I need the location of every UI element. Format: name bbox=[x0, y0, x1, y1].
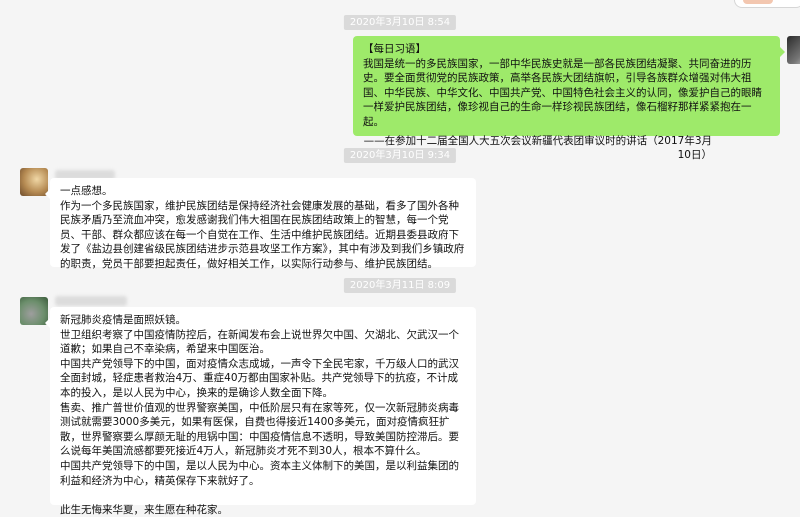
timestamp: 2020年3月10日 8:54 bbox=[343, 15, 457, 30]
message-bubble-received[interactable]: 一点感想。 作为一个多民族国家，维护民族团结是保持经济社会健康发展的基础，看多了… bbox=[45, 178, 476, 270]
timestamp: 2020年3月11日 8:09 bbox=[343, 278, 457, 293]
message-text: 【每日习语】 bbox=[363, 43, 426, 55]
message-text: 一点感想。 bbox=[60, 185, 113, 197]
message-text: 作为一个多民族国家，维护民族团结是保持经济社会健康发展的基础，看多了国外各种民族… bbox=[60, 199, 465, 270]
message-text: 中国共产党领导下的中国，面对疫情众志成城，一声令下全民宅家，千万级人口的武汉全面… bbox=[60, 357, 459, 399]
message-text: 中国共产党领导下的中国，是以人民为中心。资本主义体制下的美国，是以利益集团的利益… bbox=[60, 459, 459, 487]
timestamp: 2020年3月10日 9:34 bbox=[343, 148, 457, 163]
tag-pill bbox=[743, 0, 773, 4]
message-bubble-sent[interactable]: 【每日习语】 我国是统一的多民族国家，一部中华民族史就是一部各民族团结凝聚、共同… bbox=[353, 36, 785, 161]
sender-name bbox=[55, 296, 127, 306]
top-right-button[interactable]: × bbox=[734, 0, 800, 8]
avatar[interactable] bbox=[20, 168, 48, 196]
message-text: 世卫组织考察了中国疫情防控后，在新闻发布会上说世界欠中国、欠湖北、欠武汉一个道歉… bbox=[60, 328, 459, 356]
message-bubble-received[interactable]: 新冠肺炎疫情是面照妖镜。 世卫组织考察了中国疫情防控后，在新闻发布会上说世界欠中… bbox=[45, 307, 476, 516]
message-text: 我国是统一的多民族国家，一部中华民族史就是一部各民族团结凝聚、共同奋进的历史。要… bbox=[363, 57, 762, 128]
avatar[interactable] bbox=[20, 297, 48, 325]
message-text bbox=[60, 488, 468, 503]
message-text: 售卖、推广普世价值观的世界警察美国，中低阶层只有在家等死，仅一次新冠肺炎病毒测试… bbox=[60, 401, 459, 458]
message-text: 此生无悔来华夏，来生愿在种花家。 bbox=[60, 503, 228, 516]
close-icon[interactable]: × bbox=[787, 0, 795, 3]
message-text: 新冠肺炎疫情是面照妖镜。 bbox=[60, 314, 186, 326]
avatar[interactable] bbox=[787, 36, 800, 64]
